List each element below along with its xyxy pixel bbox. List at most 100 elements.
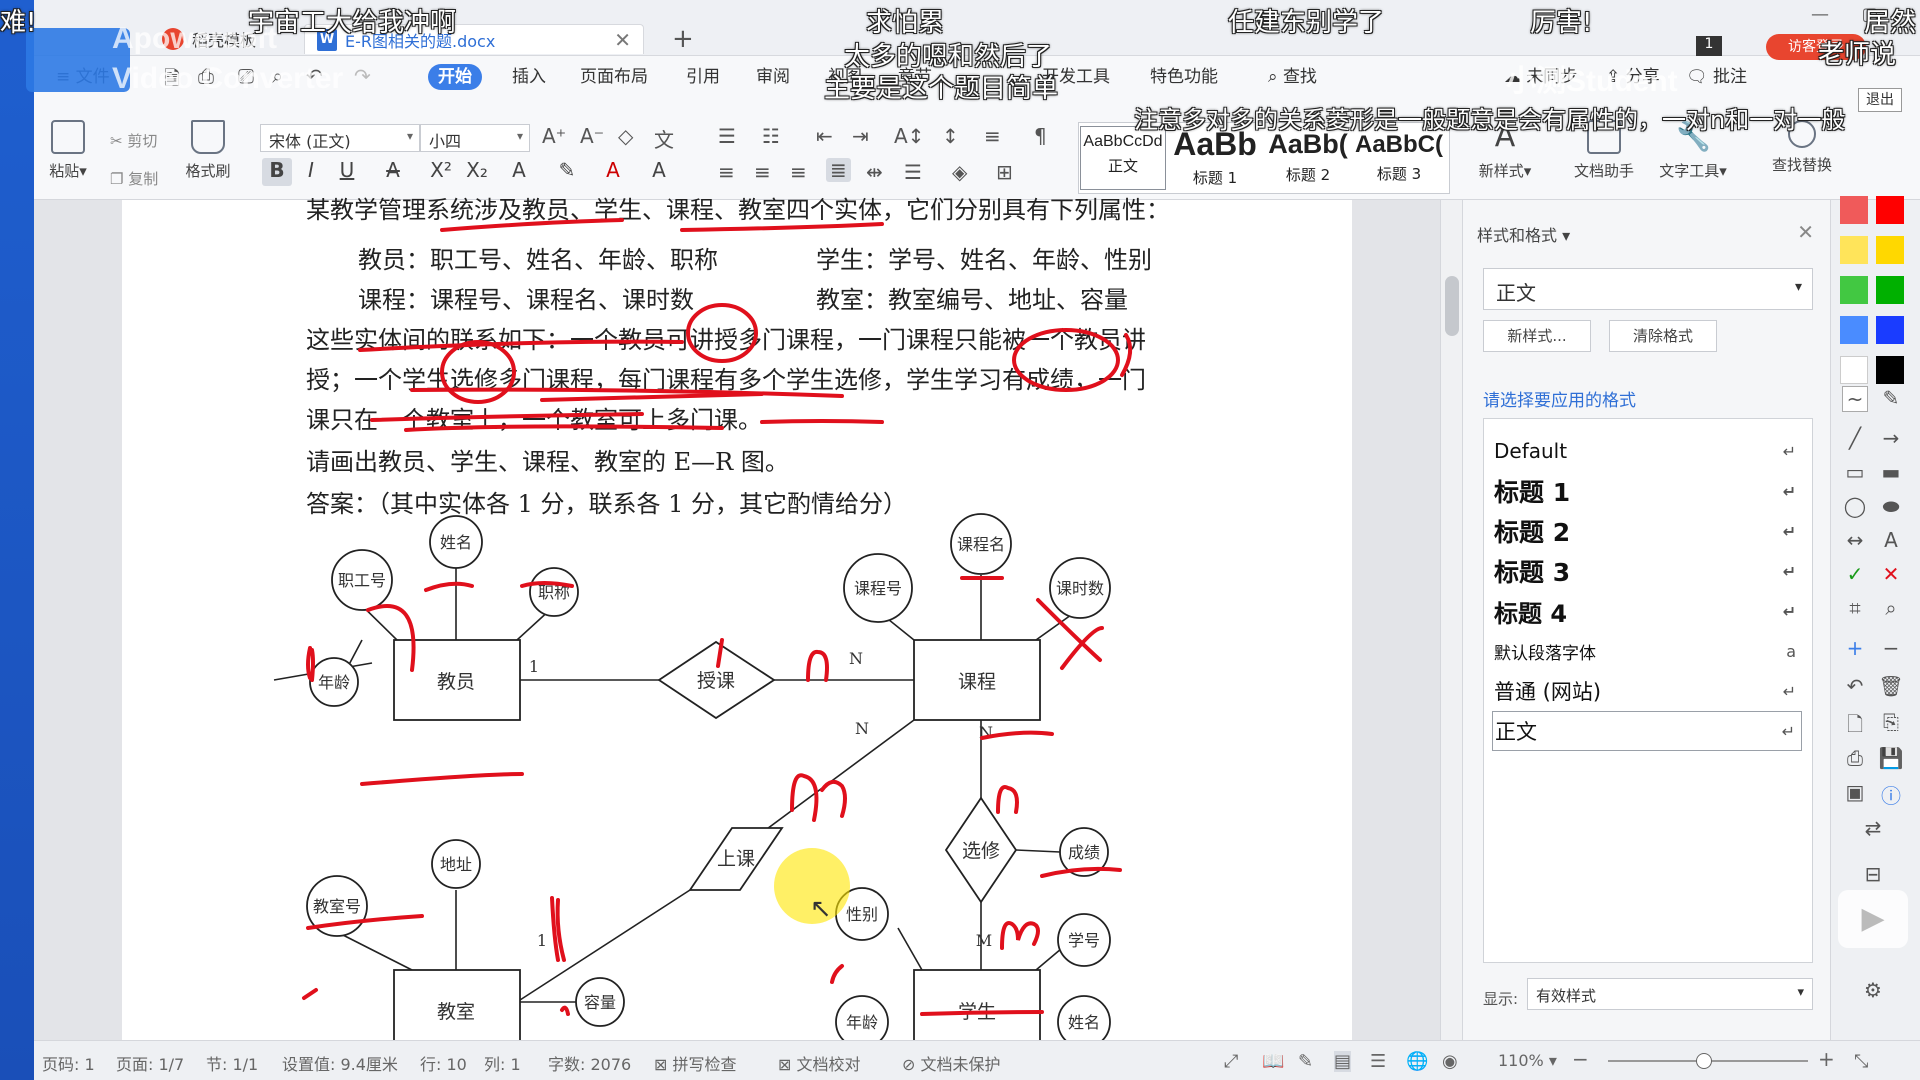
shading-icon[interactable]: ◈ [952, 160, 967, 184]
menu-review[interactable]: 审阅 [746, 64, 800, 90]
zoom-slider-thumb[interactable] [1696, 1053, 1712, 1069]
clear-format-icon[interactable]: ◇ [618, 124, 633, 148]
strikethrough-button[interactable]: A [378, 158, 408, 186]
video-play-icon[interactable]: ▶ [1838, 890, 1908, 948]
swatch-blue[interactable] [1876, 316, 1904, 344]
superscript-button[interactable]: X² [426, 158, 456, 186]
protect-button[interactable]: ⊘ 文档未保护 [902, 1051, 1001, 1075]
text-direction-icon[interactable]: A↕ [894, 124, 924, 148]
exit-button[interactable]: 退出 [1858, 88, 1902, 112]
show-marks-icon[interactable]: ¶ [1034, 124, 1047, 148]
menu-insert[interactable]: 插入 [502, 64, 556, 90]
menu-special[interactable]: 特色功能 [1140, 64, 1228, 90]
menu-layout[interactable]: 页面布局 [570, 64, 658, 90]
new-page-icon[interactable]: 🗋 [1842, 710, 1868, 736]
minimize-button[interactable]: — [1800, 4, 1840, 28]
line-spacing-icon[interactable]: ≡ [984, 124, 1001, 148]
style-item-h3[interactable]: 标题 3 ↵ [1492, 551, 1802, 591]
paste-button[interactable]: 粘贴▾ [38, 120, 98, 181]
align-left-icon[interactable]: ≡ [718, 160, 735, 184]
marker-icon[interactable]: ✎ [1878, 386, 1904, 412]
swatch-light-green[interactable] [1840, 276, 1868, 304]
char-shading-button[interactable]: A [644, 158, 674, 186]
style-normal[interactable]: AaBbCcDd 正文 [1080, 126, 1166, 190]
zoom-out-button[interactable]: − [1572, 1047, 1589, 1071]
print-annotation-icon[interactable]: ⎙ [1842, 746, 1868, 772]
page-view-icon[interactable]: ▤ [1334, 1051, 1352, 1072]
proofread-button[interactable]: ⊠ 文档校对 [778, 1051, 861, 1075]
tray-icon[interactable]: ⊟ [1860, 862, 1886, 888]
menu-find[interactable]: ⌕ 查找 [1258, 64, 1327, 90]
web-view-icon[interactable]: 🌐 [1406, 1051, 1428, 1072]
save-annotation-icon[interactable]: 💾 [1878, 746, 1904, 772]
swatch-red[interactable] [1876, 196, 1904, 224]
zoom-area-icon[interactable]: ⌕ [1878, 596, 1904, 622]
increase-indent-icon[interactable]: ⇥ [852, 124, 869, 148]
show-select[interactable]: 有效样式 ▾ [1527, 978, 1813, 1010]
paragraph-spacing-icon[interactable]: ☰ [904, 160, 922, 184]
decrease-indent-icon[interactable]: ⇤ [816, 124, 833, 148]
cross-icon[interactable]: ✕ [1878, 562, 1904, 588]
bold-button[interactable]: B [262, 158, 292, 186]
cut-button[interactable]: ✂ 剪切 [110, 130, 157, 151]
close-icon[interactable]: ✕ [1797, 220, 1814, 244]
menu-references[interactable]: 引用 [676, 64, 730, 90]
arrow-tool-icon[interactable]: → [1878, 426, 1904, 452]
format-painter-button[interactable]: 格式刷 [178, 120, 238, 181]
filled-rect-tool-icon[interactable]: ▬ [1878, 460, 1904, 486]
bullet-list-icon[interactable]: ☰ [718, 124, 736, 148]
phonetic-icon[interactable]: 文 [654, 124, 674, 153]
italic-button[interactable]: I [296, 158, 326, 186]
clear-format-button[interactable]: 清除格式 [1609, 320, 1717, 352]
align-center-icon[interactable]: ≡ [754, 160, 771, 184]
font-size-select[interactable]: 小四 ▾ [420, 124, 530, 152]
spell-check-button[interactable]: ⊠ 拼写检查 [654, 1051, 737, 1075]
ellipse-tool-icon[interactable]: ◯ [1842, 494, 1868, 520]
style-heading2[interactable]: AaBb( 标题 2 [1262, 126, 1354, 190]
undo-annotation-icon[interactable]: ↶ [1842, 674, 1868, 700]
swatch-light-blue[interactable] [1840, 316, 1868, 344]
freehand-pen-icon[interactable]: ~ [1842, 386, 1868, 412]
align-right-icon[interactable]: ≡ [790, 160, 807, 184]
outline-view-icon[interactable]: ☰ [1370, 1051, 1386, 1072]
shrink-font-icon[interactable]: A⁻ [580, 124, 604, 148]
copy-page-icon[interactable]: ⎘ [1878, 710, 1904, 736]
font-color-button[interactable]: A [598, 158, 628, 186]
double-arrow-icon[interactable]: ↔ [1842, 528, 1868, 554]
settings-icon[interactable]: ⚙ [1860, 978, 1886, 1004]
redo-icon[interactable]: ↷ [354, 64, 371, 88]
rectangle-tool-icon[interactable]: ▭ [1842, 460, 1868, 486]
screen-icon[interactable]: ▣ [1842, 780, 1868, 806]
check-icon[interactable]: ✓ [1842, 562, 1868, 588]
plus-icon[interactable]: + [1842, 636, 1868, 662]
text-effect-button[interactable]: A [504, 158, 534, 186]
font-name-select[interactable]: 宋体 (正文) ▾ [260, 124, 420, 152]
status-words[interactable]: 字数: 2076 [548, 1051, 631, 1075]
style-item-default-para-font[interactable]: 默认段落字体 a [1492, 631, 1802, 671]
line-tool-icon[interactable]: ╱ [1842, 426, 1868, 452]
trash-icon[interactable]: 🗑 [1878, 674, 1904, 700]
style-item-normal[interactable]: 正文 ↵ [1492, 711, 1802, 751]
fullscreen-icon[interactable]: ⤢ [1224, 1051, 1238, 1072]
edit-mode-icon[interactable]: ✎ [1298, 1051, 1313, 1072]
zoom-level[interactable]: 110% ▾ [1498, 1051, 1557, 1070]
style-heading3[interactable]: AaBbC( 标题 3 [1354, 126, 1444, 190]
swatch-green[interactable] [1876, 276, 1904, 304]
style-item-h1[interactable]: 标题 1 ↵ [1492, 471, 1802, 511]
vertical-scrollbar[interactable] [1440, 200, 1462, 1040]
filled-ellipse-tool-icon[interactable]: ⬬ [1878, 494, 1904, 520]
menu-home[interactable]: 开始 [428, 64, 482, 90]
swatch-black[interactable] [1876, 356, 1904, 384]
style-item-default[interactable]: Default ↵ [1492, 431, 1802, 471]
zoom-in-button[interactable]: + [1818, 1047, 1835, 1071]
tab-close-icon[interactable]: ✕ [614, 28, 631, 52]
highlight-button[interactable]: ✎ [552, 158, 582, 186]
style-item-web[interactable]: 普通 (网站) ↵ [1492, 671, 1802, 711]
scroll-thumb[interactable] [1445, 276, 1459, 336]
comment-button[interactable]: 🗨 批注 [1676, 64, 1757, 90]
sort-icon[interactable]: ↕ [942, 124, 959, 148]
swatch-yellow[interactable] [1876, 236, 1904, 264]
eye-care-icon[interactable]: ◉ [1442, 1051, 1458, 1072]
underline-button[interactable]: U [332, 158, 362, 186]
grow-font-icon[interactable]: A⁺ [542, 124, 566, 148]
